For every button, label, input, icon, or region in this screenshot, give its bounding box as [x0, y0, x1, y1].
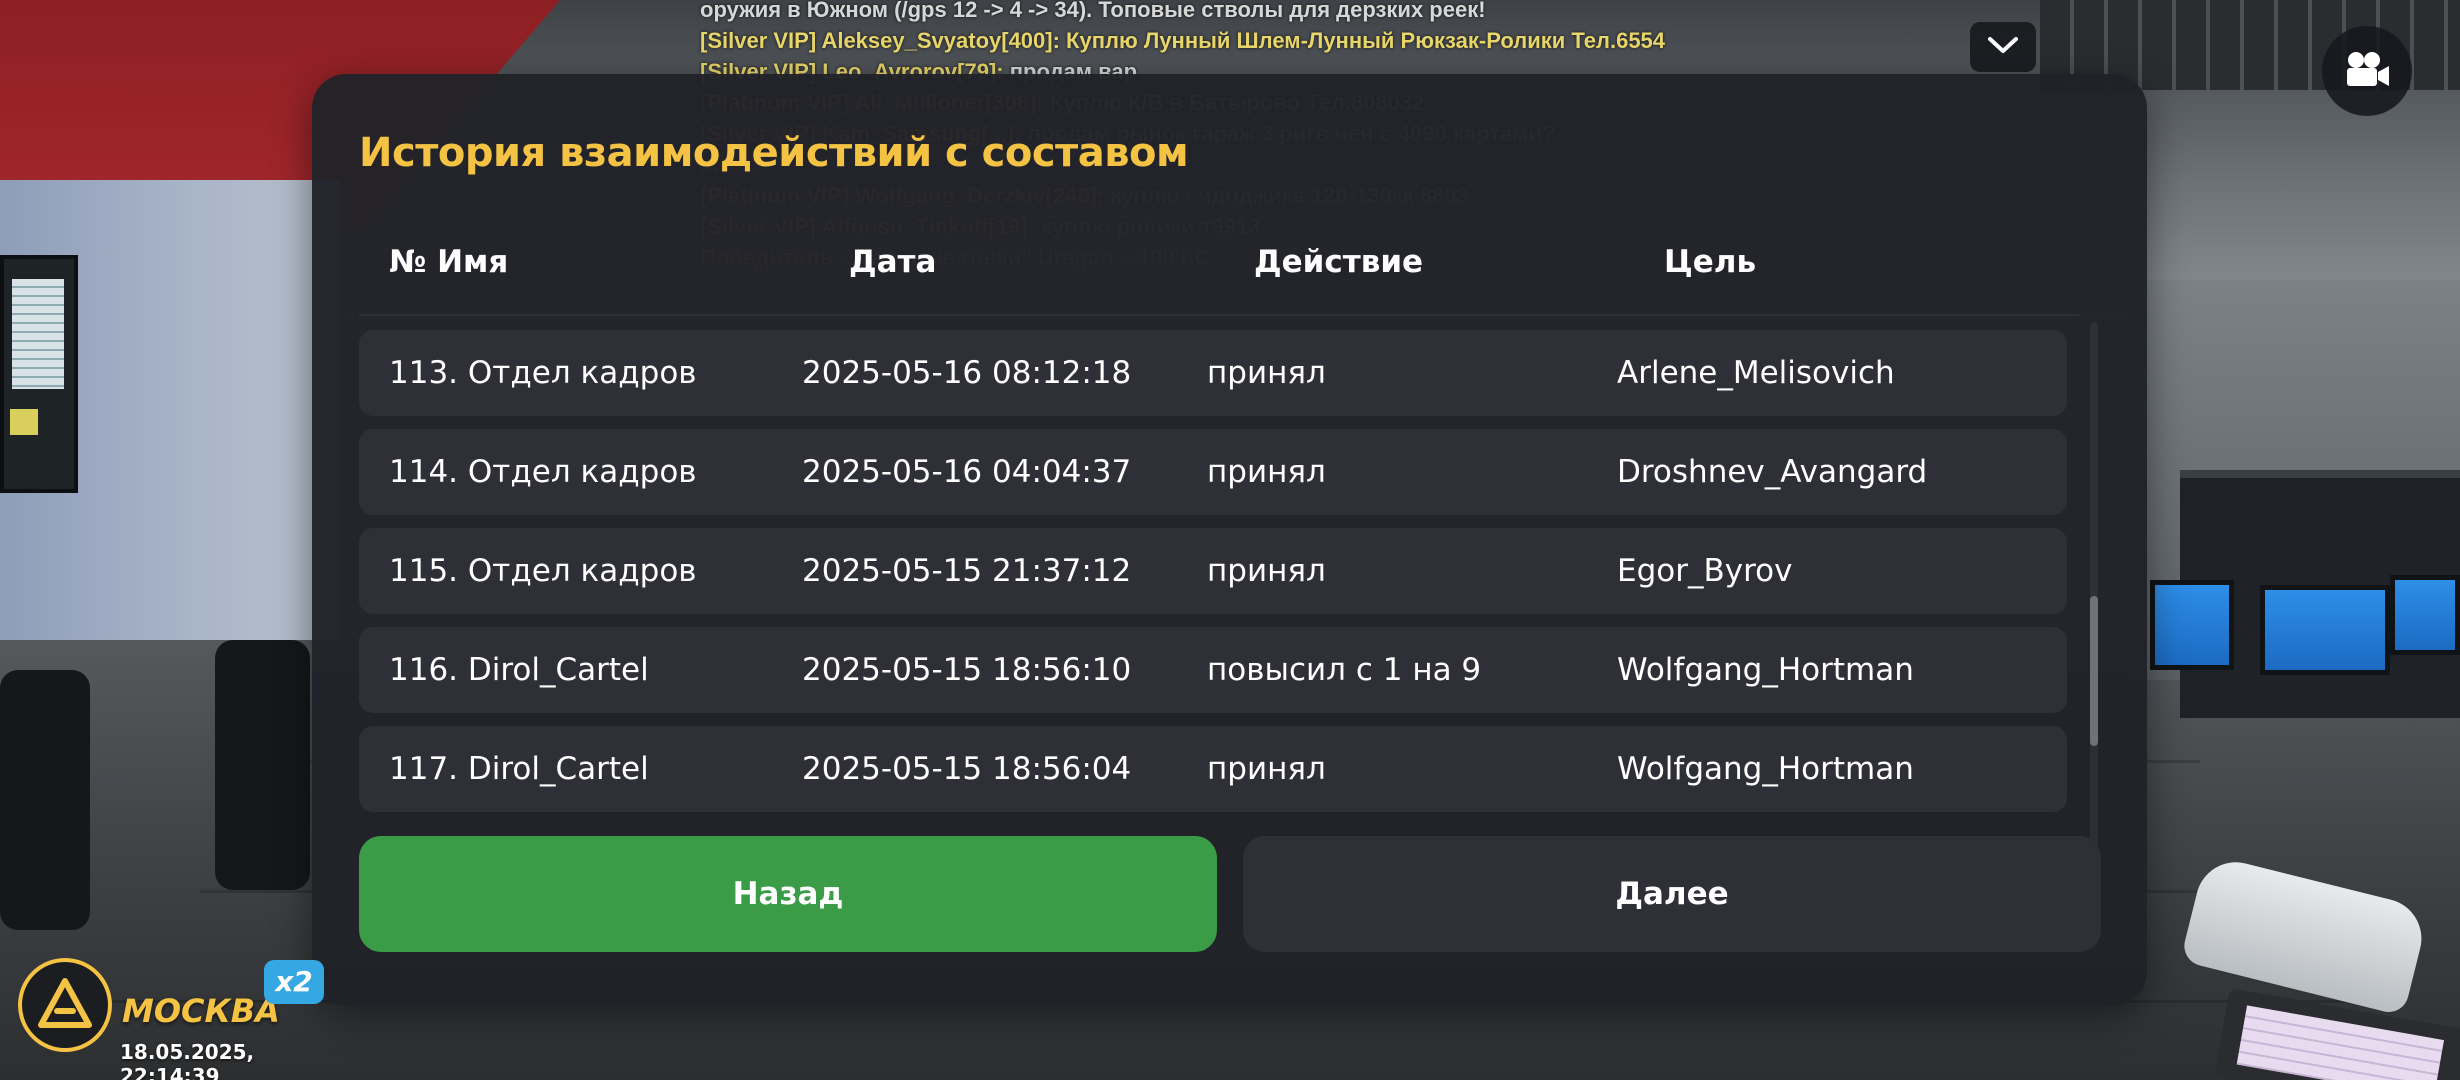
server-multiplier-badge: x2 [264, 960, 324, 1004]
chat-line-sender: [Silver VIP] Aleksey_Svyatoy[400]: [700, 28, 1060, 53]
chevron-down-icon [1986, 34, 2020, 60]
server-badge: МОСКВА x2 18.05.2025, 22:14:39 [18, 958, 328, 1080]
chat-line-text: Куплю Лунный Шлем-Лунный Рюкзак-Ролики Т… [1059, 28, 1666, 53]
table-header: № Имя Дата Действие Цель [359, 244, 2079, 304]
row-target: Wolfgang_Hortman [1617, 652, 1914, 688]
row-action: повысил с 1 на 9 [1207, 652, 1482, 688]
collapse-chat-button[interactable] [1970, 22, 2036, 72]
dialog-title: История взаимодействий с составом [359, 130, 1189, 176]
row-date: 2025-05-15 18:56:10 [802, 652, 1132, 688]
row-action: принял [1207, 553, 1326, 589]
table-row[interactable]: 117. Dirol_Cartel 2025-05-15 18:56:04 пр… [359, 726, 2067, 812]
row-name: 114. Отдел кадров [389, 454, 697, 490]
office-monitor [2260, 585, 2390, 675]
video-camera-icon [2341, 50, 2393, 92]
row-name: 117. Dirol_Cartel [389, 751, 649, 787]
office-chair-left [0, 670, 90, 930]
game-scene: оружия в Южном (/gps 12 -> 4 -> 34). Топ… [0, 0, 2460, 1080]
chat-line: оружия в Южном (/gps 12 -> 4 -> 34). Топ… [700, 0, 1900, 25]
office-chair-mid [215, 640, 310, 890]
scrollbar-thumb[interactable] [2090, 596, 2098, 746]
history-table-body[interactable]: 113. Отдел кадров 2025-05-16 08:12:18 пр… [359, 322, 2069, 852]
next-button[interactable]: Далее [1243, 836, 2101, 952]
server-city: МОСКВА [122, 992, 280, 1030]
row-date: 2025-05-15 21:37:12 [802, 553, 1132, 589]
row-target: Droshnev_Avangard [1617, 454, 1928, 490]
row-name: 113. Отдел кадров [389, 355, 697, 391]
row-target: Wolfgang_Hortman [1617, 751, 1914, 787]
office-monitor [2150, 580, 2234, 670]
row-name: 115. Отдел кадров [389, 553, 697, 589]
table-row[interactable]: 113. Отдел кадров 2025-05-16 08:12:18 пр… [359, 330, 2067, 416]
table-row[interactable]: 115. Отдел кадров 2025-05-15 21:37:12 пр… [359, 528, 2067, 614]
row-target: Arlene_Melisovich [1617, 355, 1895, 391]
row-action: принял [1207, 355, 1326, 391]
table-row[interactable]: 116. Dirol_Cartel 2025-05-15 18:56:10 по… [359, 627, 2067, 713]
row-date: 2025-05-16 04:04:37 [802, 454, 1132, 490]
row-date: 2025-05-15 18:56:04 [802, 751, 1132, 787]
back-button[interactable]: Назад [359, 836, 1217, 952]
row-name: 116. Dirol_Cartel [389, 652, 649, 688]
table-row[interactable]: 114. Отдел кадров 2025-05-16 04:04:37 пр… [359, 429, 2067, 515]
server-logo-icon [18, 958, 112, 1052]
column-header-action: Действие [1254, 244, 1424, 280]
chat-line: [Silver VIP] Aleksey_Svyatoy[400]: Куплю… [700, 25, 1900, 56]
row-action: принял [1207, 751, 1326, 787]
column-header-target: Цель [1664, 244, 1757, 280]
office-monitor [2390, 575, 2460, 655]
board-sheet [12, 279, 64, 389]
header-divider [359, 314, 2079, 316]
row-date: 2025-05-16 08:12:18 [802, 355, 1132, 391]
camera-button[interactable] [2322, 26, 2412, 116]
column-header-name: № Имя [389, 244, 509, 280]
table-scrollbar[interactable] [2090, 322, 2098, 852]
column-header-date: Дата [849, 244, 937, 280]
row-action: принял [1207, 454, 1326, 490]
staff-history-dialog: История взаимодействий с составом № Имя … [312, 74, 2147, 1006]
wall-board [0, 255, 78, 493]
chat-line-text: оружия в Южном (/gps 12 -> 4 -> 34). Топ… [700, 0, 1486, 22]
row-target: Egor_Byrov [1617, 553, 1793, 589]
board-sticky-note [10, 409, 38, 435]
server-datetime: 18.05.2025, 22:14:39 [120, 1040, 255, 1080]
